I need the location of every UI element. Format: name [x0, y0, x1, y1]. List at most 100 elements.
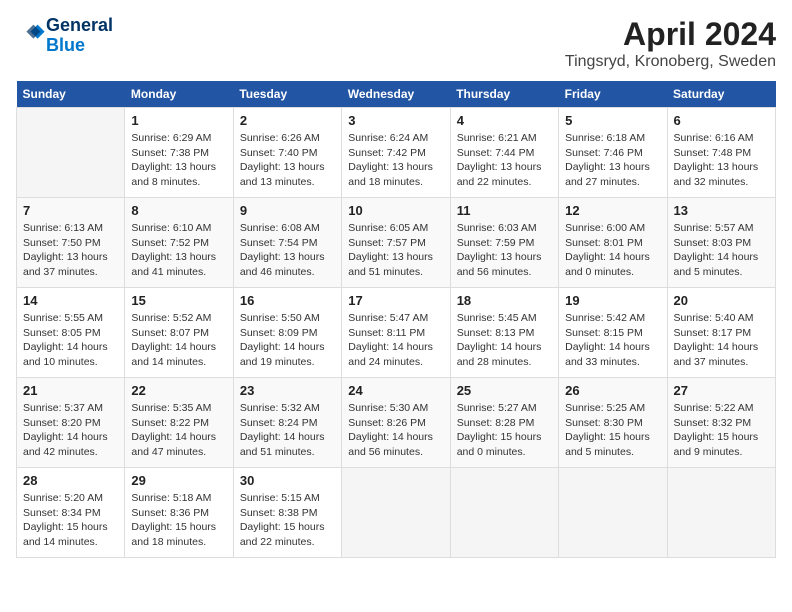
day-number: 29: [131, 473, 226, 488]
day-info: Sunrise: 5:27 AMSunset: 8:28 PMDaylight:…: [457, 401, 552, 460]
day-info: Sunrise: 6:03 AMSunset: 7:59 PMDaylight:…: [457, 221, 552, 280]
calendar-cell: 9 Sunrise: 6:08 AMSunset: 7:54 PMDaylight…: [233, 198, 341, 288]
day-number: 15: [131, 293, 226, 308]
logo-line1: General: [46, 16, 113, 36]
day-info: Sunrise: 5:35 AMSunset: 8:22 PMDaylight:…: [131, 401, 226, 460]
day-number: 28: [23, 473, 118, 488]
day-info: Sunrise: 5:45 AMSunset: 8:13 PMDaylight:…: [457, 311, 552, 370]
day-number: 30: [240, 473, 335, 488]
day-info: Sunrise: 6:26 AMSunset: 7:40 PMDaylight:…: [240, 131, 335, 190]
day-number: 8: [131, 203, 226, 218]
day-number: 21: [23, 383, 118, 398]
day-info: Sunrise: 6:18 AMSunset: 7:46 PMDaylight:…: [565, 131, 660, 190]
day-number: 4: [457, 113, 552, 128]
day-info: Sunrise: 5:25 AMSunset: 8:30 PMDaylight:…: [565, 401, 660, 460]
calendar-cell: 21 Sunrise: 5:37 AMSunset: 8:20 PMDayligh…: [17, 378, 125, 468]
day-number: 12: [565, 203, 660, 218]
week-row-1: 1Sunrise: 6:29 AMSunset: 7:38 PMDaylight…: [17, 108, 776, 198]
calendar-cell: 8 Sunrise: 6:10 AMSunset: 7:52 PMDaylight…: [125, 198, 233, 288]
calendar-cell: 25 Sunrise: 5:27 AMSunset: 8:28 PMDayligh…: [450, 378, 558, 468]
calendar-cell: [17, 108, 125, 198]
calendar-cell: [450, 468, 558, 558]
day-info: Sunrise: 6:08 AMSunset: 7:54 PMDaylight:…: [240, 221, 335, 280]
day-number: 10: [348, 203, 443, 218]
calendar-cell: 11Sunrise: 6:03 AMSunset: 7:59 PMDayligh…: [450, 198, 558, 288]
day-info: Sunrise: 5:32 AMSunset: 8:24 PMDaylight:…: [240, 401, 335, 460]
logo: General Blue: [16, 16, 113, 56]
calendar-cell: 12Sunrise: 6:00 AMSunset: 8:01 PMDayligh…: [559, 198, 667, 288]
weekday-header-row: SundayMondayTuesdayWednesdayThursdayFrid…: [17, 81, 776, 108]
day-number: 14: [23, 293, 118, 308]
day-number: 25: [457, 383, 552, 398]
day-info: Sunrise: 6:10 AMSunset: 7:52 PMDaylight:…: [131, 221, 226, 280]
calendar-cell: 1Sunrise: 6:29 AMSunset: 7:38 PMDaylight…: [125, 108, 233, 198]
day-info: Sunrise: 5:47 AMSunset: 8:11 PMDaylight:…: [348, 311, 443, 370]
day-info: Sunrise: 6:16 AMSunset: 7:48 PMDaylight:…: [674, 131, 769, 190]
calendar-cell: 16Sunrise: 5:50 AMSunset: 8:09 PMDayligh…: [233, 288, 341, 378]
calendar-cell: [342, 468, 450, 558]
weekday-header-thursday: Thursday: [450, 81, 558, 108]
weekday-header-friday: Friday: [559, 81, 667, 108]
day-number: 9: [240, 203, 335, 218]
day-info: Sunrise: 6:29 AMSunset: 7:38 PMDaylight:…: [131, 131, 226, 190]
calendar-cell: [667, 468, 775, 558]
day-number: 16: [240, 293, 335, 308]
weekday-header-monday: Monday: [125, 81, 233, 108]
calendar-cell: 29 Sunrise: 5:18 AMSunset: 8:36 PMDayligh…: [125, 468, 233, 558]
calendar-cell: 4 Sunrise: 6:21 AMSunset: 7:44 PMDaylight…: [450, 108, 558, 198]
logo-text: General Blue: [46, 16, 113, 56]
day-info: Sunrise: 5:18 AMSunset: 8:36 PMDaylight:…: [131, 491, 226, 550]
day-info: Sunrise: 5:55 AMSunset: 8:05 PMDaylight:…: [23, 311, 118, 370]
calendar-cell: 27Sunrise: 5:22 AMSunset: 8:32 PMDayligh…: [667, 378, 775, 468]
day-info: Sunrise: 5:40 AMSunset: 8:17 PMDaylight:…: [674, 311, 769, 370]
weekday-header-sunday: Sunday: [17, 81, 125, 108]
week-row-5: 28Sunrise: 5:20 AMSunset: 8:34 PMDayligh…: [17, 468, 776, 558]
calendar-cell: 13 Sunrise: 5:57 AMSunset: 8:03 PMDayligh…: [667, 198, 775, 288]
day-number: 3: [348, 113, 443, 128]
day-info: Sunrise: 5:37 AMSunset: 8:20 PMDaylight:…: [23, 401, 118, 460]
week-row-2: 7Sunrise: 6:13 AMSunset: 7:50 PMDaylight…: [17, 198, 776, 288]
day-info: Sunrise: 5:52 AMSunset: 8:07 PMDaylight:…: [131, 311, 226, 370]
calendar-cell: 18Sunrise: 5:45 AMSunset: 8:13 PMDayligh…: [450, 288, 558, 378]
day-info: Sunrise: 6:21 AMSunset: 7:44 PMDaylight:…: [457, 131, 552, 190]
calendar-cell: 20 Sunrise: 5:40 AMSunset: 8:17 PMDayligh…: [667, 288, 775, 378]
day-number: 23: [240, 383, 335, 398]
day-info: Sunrise: 5:30 AMSunset: 8:26 PMDaylight:…: [348, 401, 443, 460]
calendar-cell: [559, 468, 667, 558]
calendar-cell: 30 Sunrise: 5:15 AMSunset: 8:38 PMDayligh…: [233, 468, 341, 558]
day-number: 6: [674, 113, 769, 128]
day-number: 27: [674, 383, 769, 398]
calendar-cell: 5 Sunrise: 6:18 AMSunset: 7:46 PMDaylight…: [559, 108, 667, 198]
day-number: 20: [674, 293, 769, 308]
logo-line2: Blue: [46, 36, 113, 56]
day-number: 24: [348, 383, 443, 398]
calendar-cell: 7Sunrise: 6:13 AMSunset: 7:50 PMDaylight…: [17, 198, 125, 288]
location: Tingsryd, Kronoberg, Sweden: [565, 53, 776, 71]
calendar-cell: 28Sunrise: 5:20 AMSunset: 8:34 PMDayligh…: [17, 468, 125, 558]
calendar-cell: 10 Sunrise: 6:05 AMSunset: 7:57 PMDayligh…: [342, 198, 450, 288]
day-number: 5: [565, 113, 660, 128]
calendar-cell: 3 Sunrise: 6:24 AMSunset: 7:42 PMDaylight…: [342, 108, 450, 198]
day-info: Sunrise: 5:57 AMSunset: 8:03 PMDaylight:…: [674, 221, 769, 280]
day-number: 2: [240, 113, 335, 128]
calendar-cell: 2 Sunrise: 6:26 AMSunset: 7:40 PMDaylight…: [233, 108, 341, 198]
day-number: 19: [565, 293, 660, 308]
weekday-header-wednesday: Wednesday: [342, 81, 450, 108]
day-number: 22: [131, 383, 226, 398]
calendar-cell: 17Sunrise: 5:47 AMSunset: 8:11 PMDayligh…: [342, 288, 450, 378]
calendar-cell: 26 Sunrise: 5:25 AMSunset: 8:30 PMDayligh…: [559, 378, 667, 468]
day-info: Sunrise: 5:42 AMSunset: 8:15 PMDaylight:…: [565, 311, 660, 370]
week-row-3: 14 Sunrise: 5:55 AMSunset: 8:05 PMDayligh…: [17, 288, 776, 378]
day-info: Sunrise: 5:15 AMSunset: 8:38 PMDaylight:…: [240, 491, 335, 550]
day-info: Sunrise: 6:24 AMSunset: 7:42 PMDaylight:…: [348, 131, 443, 190]
day-info: Sunrise: 6:05 AMSunset: 7:57 PMDaylight:…: [348, 221, 443, 280]
calendar-cell: 6 Sunrise: 6:16 AMSunset: 7:48 PMDaylight…: [667, 108, 775, 198]
day-number: 13: [674, 203, 769, 218]
page-header: General Blue April 2024 Tingsryd, Kronob…: [16, 16, 776, 71]
calendar-table: SundayMondayTuesdayWednesdayThursdayFrid…: [16, 81, 776, 558]
logo-icon: [18, 19, 46, 47]
weekday-header-tuesday: Tuesday: [233, 81, 341, 108]
day-number: 26: [565, 383, 660, 398]
month-title: April 2024: [565, 16, 776, 53]
weekday-header-saturday: Saturday: [667, 81, 775, 108]
